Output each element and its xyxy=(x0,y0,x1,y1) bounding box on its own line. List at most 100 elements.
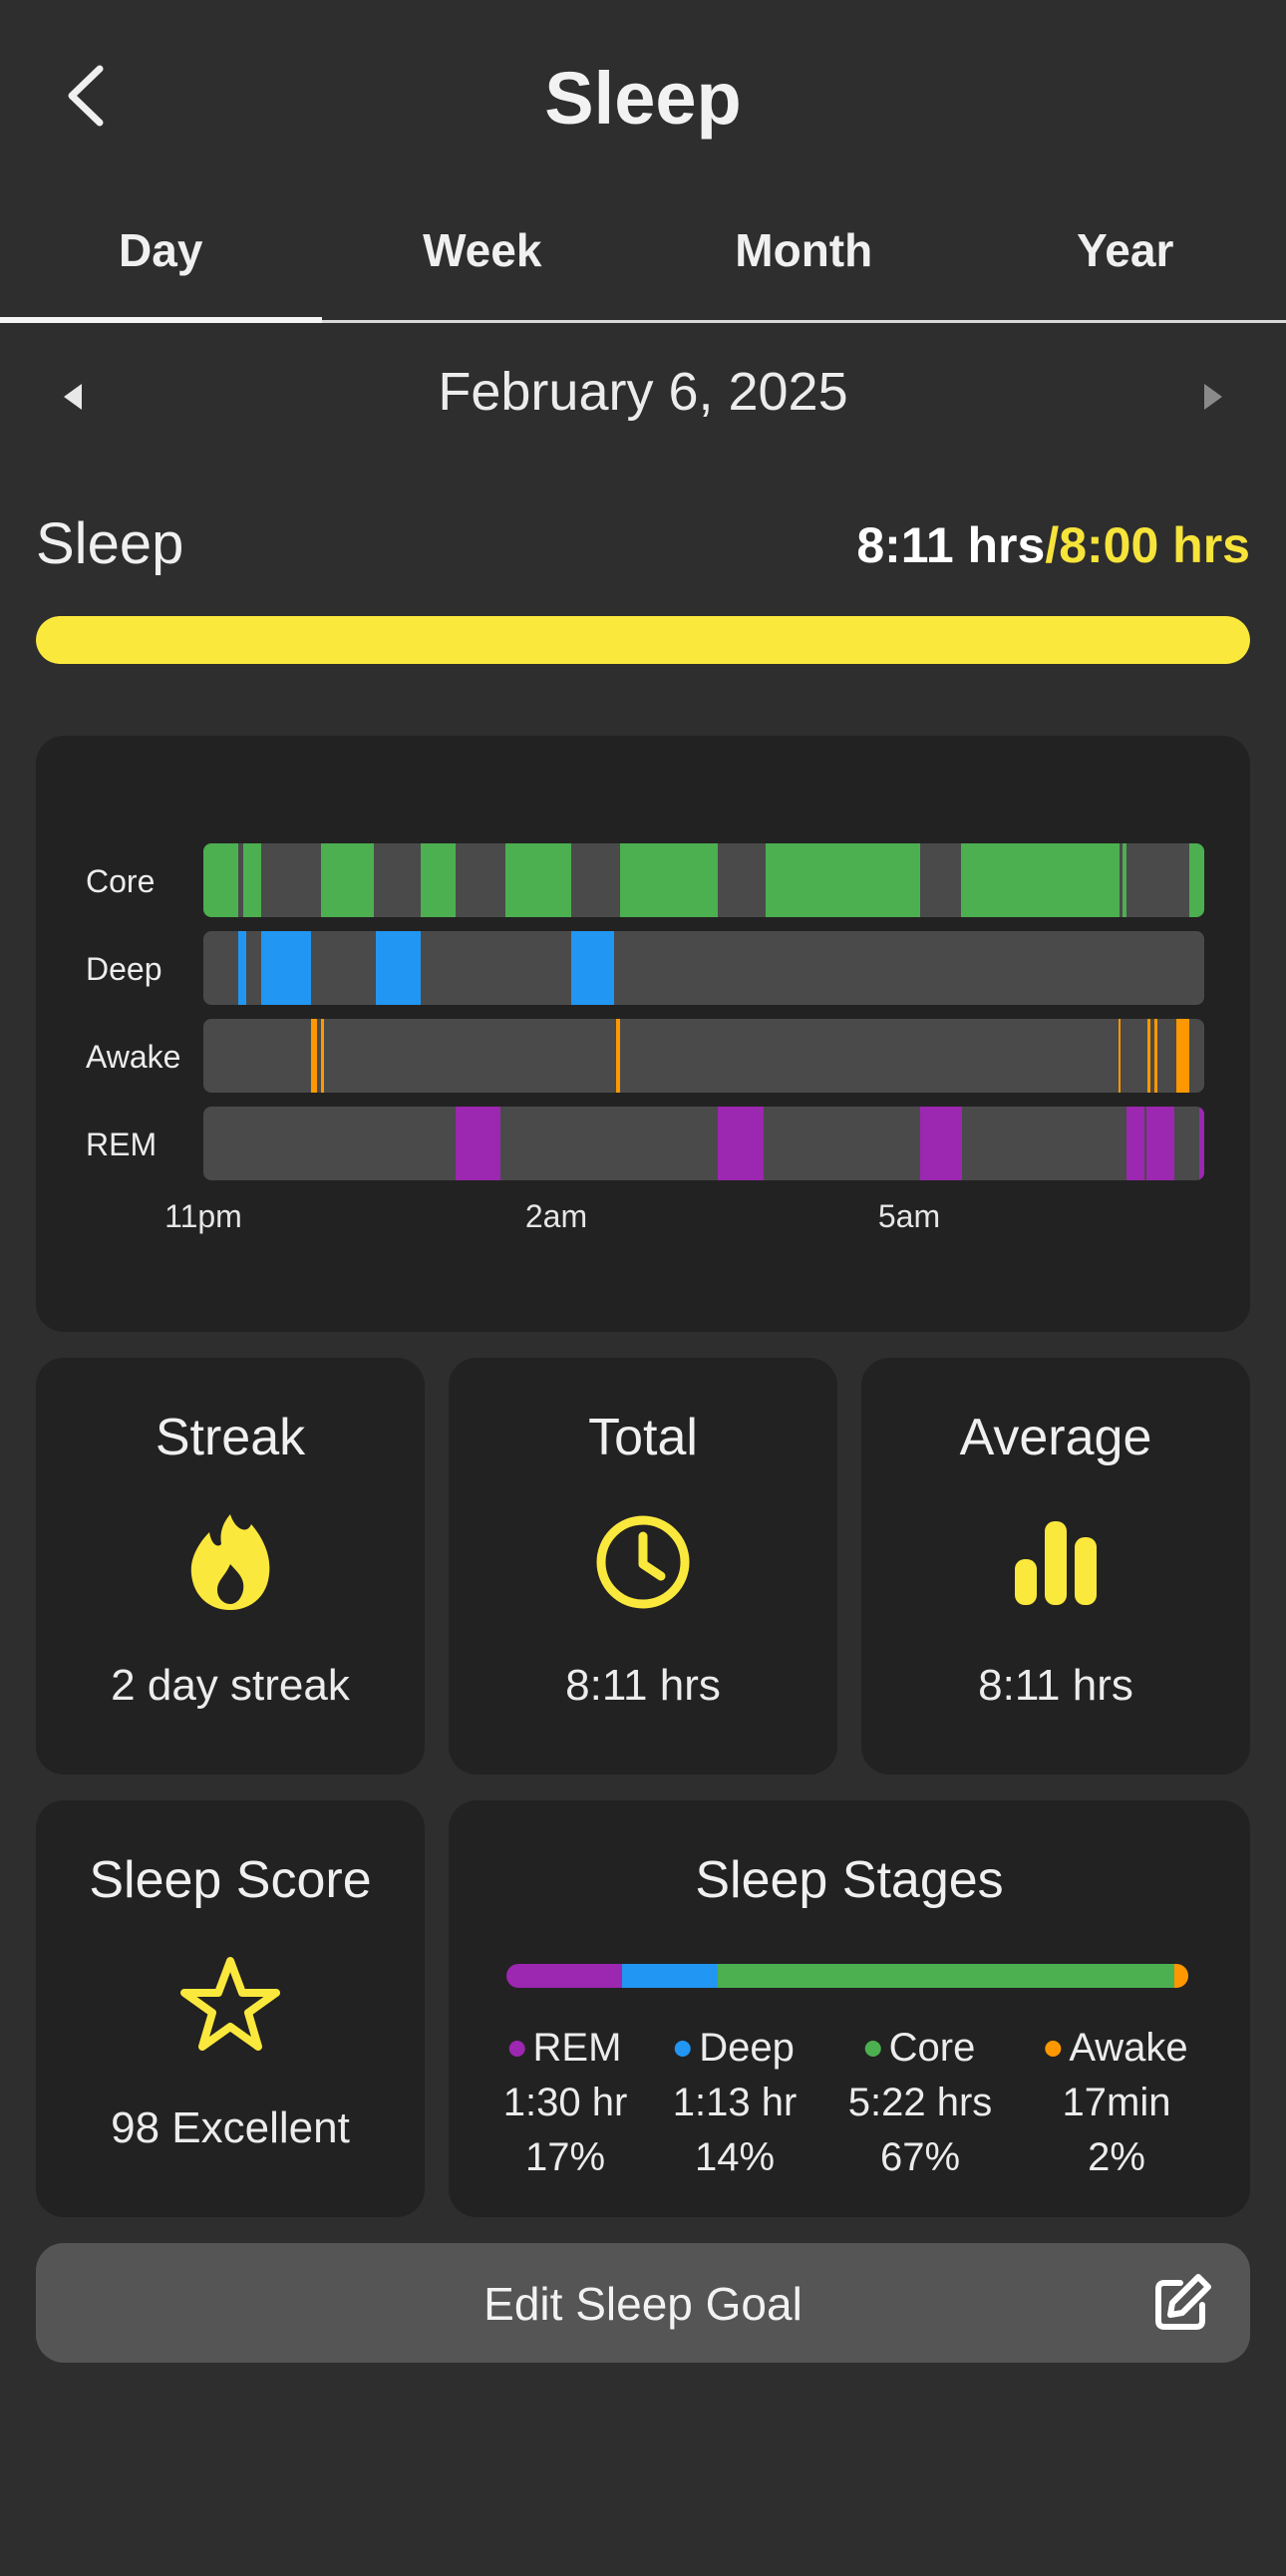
sleep-score-value: 98 Excellent xyxy=(111,2103,350,2152)
stage-track-core xyxy=(203,843,1204,917)
core-segment xyxy=(1188,843,1204,917)
goal-sleep-hours: /8:00 hrs xyxy=(1045,517,1250,573)
core-segment xyxy=(505,843,572,917)
average-title: Average xyxy=(959,1409,1152,1466)
stage-track-rem xyxy=(203,1107,1204,1180)
core-segment xyxy=(321,843,374,917)
stage-label-deep: Deep xyxy=(86,951,162,987)
rem-share xyxy=(506,1964,623,1988)
awake-segment xyxy=(615,1019,620,1093)
flame-icon xyxy=(175,1507,285,1617)
core-share xyxy=(718,1964,1175,1988)
legend-core: Core 5:22 hrs 67% xyxy=(848,2026,993,2180)
streak-value: 2 day streak xyxy=(111,1661,350,1710)
rem-segment xyxy=(456,1107,501,1180)
legend-core-name: Core xyxy=(888,2026,976,2070)
rem-segment xyxy=(919,1107,963,1180)
core-segment xyxy=(203,843,239,917)
clock-icon xyxy=(588,1507,698,1617)
rem-segment xyxy=(1125,1107,1144,1180)
triangle-right-icon xyxy=(1204,384,1222,410)
legend-awake-percent: 2% xyxy=(1088,2135,1145,2179)
core-segment xyxy=(1122,843,1126,917)
stage-track-awake xyxy=(203,1019,1204,1093)
streak-title: Streak xyxy=(155,1409,306,1466)
awake-segment xyxy=(1146,1019,1150,1093)
core-segment xyxy=(420,843,456,917)
streak-card[interactable]: Streak 2 day streak xyxy=(36,1358,425,1774)
deep-segment xyxy=(571,931,614,1005)
core-dot xyxy=(864,2040,881,2057)
core-segment xyxy=(838,843,920,917)
legend-awake-name: Awake xyxy=(1069,2026,1188,2070)
legend-core-duration: 5:22 hrs xyxy=(847,2081,993,2124)
sleep-progress-fill xyxy=(36,616,1250,664)
legend-rem-percent: 17% xyxy=(524,2135,606,2179)
awake-share xyxy=(1174,1964,1188,1988)
deep-dot xyxy=(675,2040,692,2057)
edit-sleep-goal-label: Edit Sleep Goal xyxy=(483,2278,803,2330)
stage-track-deep xyxy=(203,931,1204,1005)
awake-segment xyxy=(1118,1019,1121,1093)
awake-segment xyxy=(321,1019,325,1093)
core-segment xyxy=(961,843,1120,917)
deep-share xyxy=(622,1964,719,1988)
awake-segment xyxy=(1175,1019,1189,1093)
total-value: 8:11 hrs xyxy=(565,1661,721,1710)
legend-deep-percent: 14% xyxy=(694,2135,776,2179)
sleep-progress-bar xyxy=(36,616,1250,664)
legend-awake: Awake 17min 2% xyxy=(1045,2026,1188,2180)
tab-year[interactable]: Year xyxy=(965,199,1286,320)
rem-segment xyxy=(1145,1107,1174,1180)
stage-label-core: Core xyxy=(86,863,156,899)
legend-deep-name: Deep xyxy=(699,2026,795,2070)
legend-deep-duration: 1:13 hr xyxy=(672,2081,798,2124)
edit-sleep-goal-button[interactable]: Edit Sleep Goal xyxy=(36,2243,1250,2363)
legend-awake-duration: 17min xyxy=(1062,2081,1171,2124)
rem-segment xyxy=(1198,1107,1204,1180)
tab-month[interactable]: Month xyxy=(643,199,965,320)
awake-segment xyxy=(311,1019,318,1093)
sleep-stages-card[interactable]: Sleep Stages REM 1:30 hr 17% Deep 1:13 h… xyxy=(449,1800,1250,2217)
actual-sleep-hours: 8:11 hrs xyxy=(856,517,1046,573)
next-date-button[interactable] xyxy=(1188,369,1238,425)
average-value: 8:11 hrs xyxy=(978,1661,1133,1710)
sleep-score-title: Sleep Score xyxy=(89,1851,372,1909)
tab-week[interactable]: Week xyxy=(322,199,644,320)
legend-rem-name: REM xyxy=(532,2026,622,2070)
deep-segment xyxy=(261,931,312,1005)
legend-core-percent: 67% xyxy=(879,2135,961,2179)
legend-rem-duration: 1:30 hr xyxy=(502,2081,628,2124)
stage-label-awake: Awake xyxy=(86,1039,181,1075)
legend-deep: Deep 1:13 hr 14% xyxy=(673,2026,798,2180)
tab-day[interactable]: Day xyxy=(0,199,322,323)
bar-chart-icon xyxy=(1001,1507,1111,1617)
total-title: Total xyxy=(588,1409,698,1466)
stages-distribution-bar xyxy=(506,1964,1188,1988)
core-segment xyxy=(243,843,262,917)
sleep-summary-label: Sleep xyxy=(36,511,184,576)
deep-segment xyxy=(238,931,247,1005)
awake-dot xyxy=(1045,2040,1062,2057)
star-icon xyxy=(175,1950,285,2060)
edit-icon xyxy=(1155,2274,1211,2330)
sleep-score-card[interactable]: Sleep Score 98 Excellent xyxy=(36,1800,425,2217)
x-tick-11pm: 11pm xyxy=(164,1198,242,1234)
sleep-hours: 8:11 hrs/8:00 hrs xyxy=(856,516,1250,574)
awake-segment xyxy=(1153,1019,1157,1093)
x-tick-2am: 2am xyxy=(524,1198,588,1234)
core-segment xyxy=(766,843,839,917)
stage-label-rem: REM xyxy=(86,1127,158,1162)
date-label: February 6, 2025 xyxy=(438,362,848,422)
page-title: Sleep xyxy=(544,57,742,140)
sleep-stages-title: Sleep Stages xyxy=(695,1851,1004,1909)
core-segment xyxy=(619,843,719,917)
period-tabs: Day Week Month Year xyxy=(0,199,1286,323)
rem-dot xyxy=(508,2040,525,2057)
average-card[interactable]: Average 8:11 hrs xyxy=(861,1358,1250,1774)
legend-rem: REM 1:30 hr 17% xyxy=(503,2026,628,2180)
x-tick-5am: 5am xyxy=(877,1198,941,1234)
deep-segment xyxy=(375,931,421,1005)
total-card[interactable]: Total 8:11 hrs xyxy=(449,1358,837,1774)
rem-segment xyxy=(718,1107,765,1180)
